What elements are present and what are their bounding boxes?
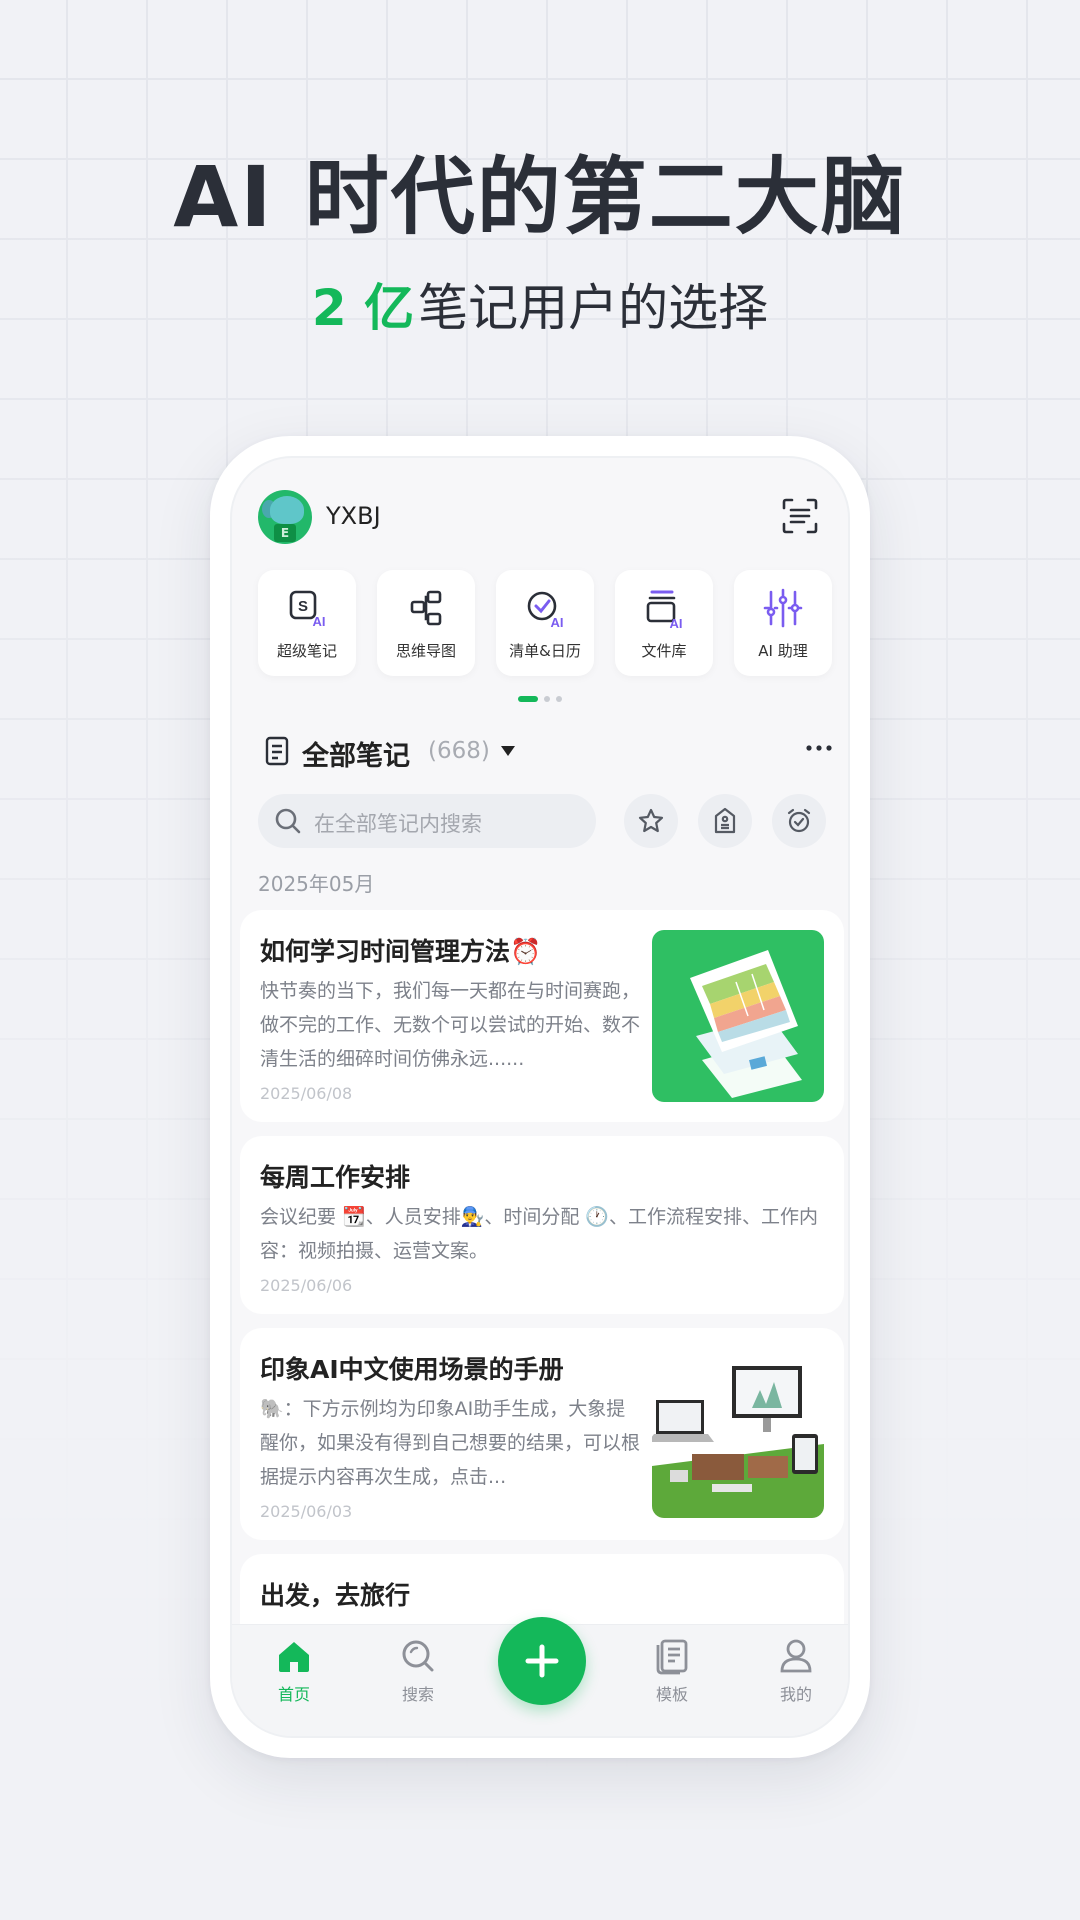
quick-action-super-note[interactable]: S AI 超级笔记: [258, 570, 356, 676]
notes-header: 全部笔记 (668): [258, 726, 838, 776]
avatar[interactable]: E: [258, 490, 312, 544]
svg-text:AI: AI: [313, 614, 326, 629]
super-note-ai-icon: S AI: [289, 590, 326, 629]
carousel-dot-active: [518, 696, 538, 702]
quick-actions-row: S AI 超级笔记 思维导图 AI 清单&日历 AI 文件库 AI 助理: [258, 570, 834, 676]
nav-label: 搜索: [401, 1685, 434, 1704]
note-card[interactable]: 印象AI中文使用场景的手册 🐘：下方示例均为印象AI助手生成，大象提醒你，如果没…: [240, 1328, 844, 1540]
profile-icon: [780, 1639, 812, 1673]
tags-button[interactable]: [698, 794, 752, 848]
search-icon: [275, 808, 301, 834]
note-date: 2025/06/06: [260, 1276, 353, 1295]
quick-action-checklist-calendar[interactable]: AI 清单&日历: [496, 570, 594, 676]
top-bar: E YXBJ: [232, 458, 848, 578]
quick-action-label: 超级笔记: [276, 642, 337, 660]
nav-label: 首页: [277, 1685, 310, 1704]
note-thumbnail: [652, 930, 824, 1102]
search-icon: [402, 1640, 434, 1672]
carousel-dot: [556, 696, 562, 702]
promo-subline-accent: 2 亿: [311, 279, 415, 337]
quick-action-mindmap[interactable]: 思维导图: [377, 570, 475, 676]
bottom-navigation: 首页 搜索 模板 我的: [232, 1617, 848, 1736]
alarm-clock-icon: [787, 808, 811, 833]
note-title: 如何学习时间管理方法⏰: [260, 937, 542, 966]
note-snippet: 快节奏的当下，我们每一天都在与时间赛跑，做不完的工作、无数个可以尝试的开始、数不…: [260, 980, 641, 1070]
nav-search[interactable]: 搜索: [378, 1637, 458, 1705]
quick-action-label: 清单&日历: [509, 642, 581, 660]
nav-label: 我的: [779, 1685, 812, 1704]
note-title: 出发，去旅行: [260, 1581, 411, 1610]
note-card[interactable]: 如何学习时间管理方法⏰ 快节奏的当下，我们每一天都在与时间赛跑，做不完的工作、无…: [240, 910, 844, 1122]
notes-count: (668): [428, 738, 490, 764]
quick-action-label: 文件库: [641, 642, 687, 660]
tag-icon: [714, 807, 736, 834]
devices-illustration: [652, 1366, 824, 1518]
quick-action-ai-assistant[interactable]: AI 助理: [734, 570, 832, 676]
reminders-button[interactable]: [772, 794, 826, 848]
svg-text:AI: AI: [551, 615, 564, 630]
nav-templates[interactable]: 模板: [632, 1637, 712, 1705]
note-thumbnail: [652, 1360, 824, 1518]
mindmap-icon: [410, 590, 442, 626]
note-title: 印象AI中文使用场景的手册: [260, 1355, 564, 1384]
nav-me[interactable]: 我的: [756, 1637, 836, 1705]
promo-subline: 2 亿笔记用户的选择: [0, 268, 1080, 340]
username[interactable]: YXBJ: [326, 502, 381, 530]
chevron-down-icon[interactable]: [501, 746, 515, 756]
promo-subline-text: 笔记用户的选择: [418, 279, 769, 337]
notes-title[interactable]: 全部笔记: [302, 734, 410, 773]
nav-label: 模板: [655, 1685, 688, 1704]
note-card[interactable]: 每周工作安排 会议纪要 📆、人员安排👨‍🔧、时间分配 🕐、工作流程安排、工作内容…: [240, 1136, 844, 1314]
carousel-indicator: [232, 696, 848, 706]
note-date: 2025/06/08: [260, 1084, 353, 1103]
nav-home[interactable]: 首页: [254, 1637, 334, 1705]
templates-icon: [656, 1639, 688, 1675]
quick-action-file-library[interactable]: AI 文件库: [615, 570, 713, 676]
quick-action-label: 思维导图: [395, 642, 456, 660]
file-library-ai-icon: AI: [646, 590, 683, 630]
note-snippet: 会议纪要 📆、人员安排👨‍🔧、时间分配 🕐、工作流程安排、工作内容：视频拍摄、运…: [260, 1206, 819, 1262]
notebook-icon: [265, 736, 289, 766]
notes-search-input[interactable]: 在全部笔记内搜索: [258, 794, 596, 848]
month-header: 2025年05月: [258, 872, 375, 896]
checklist-calendar-ai-icon: AI: [527, 591, 564, 630]
note-snippet: 🐘：下方示例均为印象AI助手生成，大象提醒你，如果没有得到自己想要的结果，可以根…: [260, 1398, 641, 1488]
promo-headline: AI 时代的第二大脑: [173, 148, 907, 246]
note-date: 2025/06/03: [260, 1502, 353, 1521]
note-title: 每周工作安排: [260, 1163, 411, 1192]
more-icon[interactable]: [804, 738, 834, 758]
ai-assistant-icon: [763, 588, 803, 628]
svg-text:S: S: [298, 598, 308, 615]
star-icon: [638, 808, 664, 833]
avatar-elephant-head: [270, 496, 304, 524]
carousel-dot: [544, 696, 550, 702]
search-placeholder: 在全部笔记内搜索: [314, 812, 482, 836]
avatar-book-icon: E: [274, 524, 296, 542]
svg-text:AI: AI: [670, 616, 683, 630]
phone-frame: E YXBJ S AI 超级笔记 思维导图 AI 清单&日历 AI 文件库 AI…: [210, 436, 870, 1758]
plus-icon: [525, 1644, 559, 1678]
scan-icon[interactable]: [780, 496, 820, 536]
add-note-button[interactable]: [498, 1617, 586, 1705]
app-screen: E YXBJ S AI 超级笔记 思维导图 AI 清单&日历 AI 文件库 AI…: [230, 456, 850, 1738]
home-icon: [279, 1642, 309, 1672]
documents-illustration: [690, 950, 802, 1098]
favorites-button[interactable]: [624, 794, 678, 848]
quick-action-label: AI 助理: [758, 642, 808, 660]
